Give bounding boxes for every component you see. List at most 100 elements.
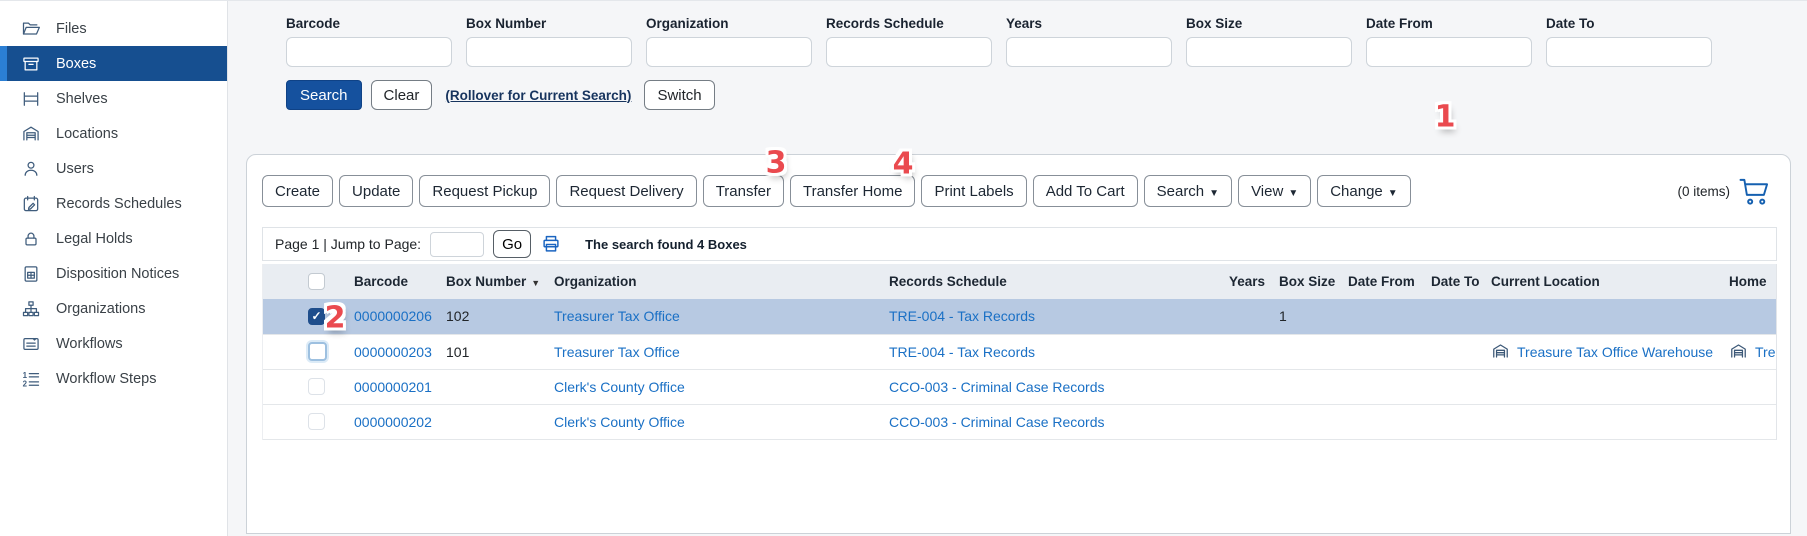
- organization-link[interactable]: Treasurer Tax Office: [554, 344, 680, 360]
- current-location-link[interactable]: Treasure Tax Office Warehouse: [1517, 344, 1713, 360]
- table-row[interactable]: 0000000203 101 Treasurer Tax Office TRE-…: [263, 334, 1777, 369]
- disposition-notices-icon: [21, 264, 41, 284]
- column-header-date-to[interactable]: Date To: [1420, 264, 1480, 299]
- sidebar-item-label: Disposition Notices: [56, 266, 179, 282]
- rollover-current-search-link[interactable]: (Rollover for Current Search): [445, 88, 631, 103]
- warehouse-icon: [1729, 342, 1748, 361]
- row-checkbox[interactable]: [308, 378, 325, 395]
- sidebar-item-organizations[interactable]: Organizations: [0, 291, 227, 326]
- column-header-date-from[interactable]: Date From: [1337, 264, 1420, 299]
- jump-to-page-input[interactable]: [430, 232, 484, 257]
- box-number-input[interactable]: [466, 37, 632, 67]
- column-header-current-location[interactable]: Current Location: [1480, 264, 1718, 299]
- legal-holds-icon: [21, 229, 41, 249]
- print-labels-button[interactable]: Print Labels: [921, 175, 1026, 207]
- barcode-link[interactable]: 0000000201: [354, 379, 432, 395]
- chevron-down-icon: ▼: [1288, 188, 1298, 199]
- column-header-box-size[interactable]: Box Size: [1268, 264, 1337, 299]
- main-content: Barcode Box Number Organization Records …: [228, 1, 1807, 536]
- column-header-barcode[interactable]: Barcode: [343, 264, 435, 299]
- table-row[interactable]: 0000000201 Clerk's County Office CCO-003…: [263, 369, 1777, 404]
- barcode-link[interactable]: 0000000203: [354, 344, 432, 360]
- sidebar-item-workflow-steps[interactable]: 12 Workflow Steps: [0, 361, 227, 396]
- sidebar-item-boxes[interactable]: Boxes: [0, 46, 227, 81]
- boxes-icon: [21, 54, 41, 74]
- current-location-cell: [1480, 404, 1718, 439]
- sidebar-item-users[interactable]: Users: [0, 151, 227, 186]
- date-from-cell: [1337, 334, 1420, 369]
- home-location-cell: [1718, 369, 1777, 404]
- view-dropdown[interactable]: View▼: [1238, 175, 1311, 207]
- records-schedule-link[interactable]: CCO-003 - Criminal Case Records: [889, 379, 1105, 395]
- clear-button[interactable]: Clear: [371, 80, 433, 110]
- column-header-organization[interactable]: Organization: [543, 264, 878, 299]
- sidebar-item-shelves[interactable]: Shelves: [0, 81, 227, 116]
- search-dropdown[interactable]: Search▼: [1144, 175, 1232, 207]
- years-cell: [1218, 334, 1268, 369]
- date-from-input[interactable]: [1366, 37, 1532, 67]
- sidebar-item-records-schedules[interactable]: Records Schedules: [0, 186, 227, 221]
- organization-link[interactable]: Clerk's County Office: [554, 379, 685, 395]
- go-button[interactable]: Go: [493, 230, 531, 258]
- filter-label: Records Schedule: [826, 16, 998, 31]
- transfer-home-button[interactable]: Transfer Home: [790, 175, 915, 207]
- sidebar-item-files[interactable]: Files: [0, 11, 227, 46]
- cart-icon[interactable]: [1738, 177, 1772, 206]
- add-to-cart-button[interactable]: Add To Cart: [1033, 175, 1138, 207]
- sidebar-item-label: Files: [56, 21, 87, 37]
- update-button[interactable]: Update: [339, 175, 413, 207]
- barcode-link[interactable]: 0000000202: [354, 414, 432, 430]
- search-filters: Barcode Box Number Organization Records …: [228, 1, 1807, 110]
- date-to-input[interactable]: [1546, 37, 1712, 67]
- organization-link[interactable]: Clerk's County Office: [554, 414, 685, 430]
- organization-link[interactable]: Treasurer Tax Office: [554, 308, 680, 324]
- row-checkbox[interactable]: [308, 342, 327, 361]
- switch-button[interactable]: Switch: [644, 80, 714, 110]
- boxes-table: Barcode Box Number▼ Organization Records…: [262, 264, 1777, 440]
- box-size-input[interactable]: [1186, 37, 1352, 67]
- sidebar-item-label: Organizations: [56, 301, 145, 317]
- row-checkbox-checked[interactable]: [308, 308, 325, 325]
- row-checkbox[interactable]: [308, 413, 325, 430]
- sidebar-item-label: Records Schedules: [56, 196, 182, 212]
- request-pickup-button[interactable]: Request Pickup: [419, 175, 550, 207]
- create-button[interactable]: Create: [262, 175, 333, 207]
- home-location-link[interactable]: Tre: [1755, 344, 1775, 360]
- barcode-input[interactable]: [286, 37, 452, 67]
- column-header-home[interactable]: Home: [1718, 264, 1777, 299]
- filter-label: Barcode: [286, 16, 458, 31]
- sidebar-item-label: Locations: [56, 126, 118, 142]
- table-row[interactable]: 0000000206 102 Treasurer Tax Office TRE-…: [263, 299, 1777, 334]
- sidebar-item-locations[interactable]: Locations: [0, 116, 227, 151]
- shelves-icon: [21, 89, 41, 109]
- table-header-row: Barcode Box Number▼ Organization Records…: [263, 264, 1777, 299]
- sidebar-item-workflows[interactable]: Workflows: [0, 326, 227, 361]
- filter-organization: Organization: [646, 16, 818, 67]
- years-input[interactable]: [1006, 37, 1172, 67]
- records-schedule-link[interactable]: CCO-003 - Criminal Case Records: [889, 414, 1105, 430]
- filter-label: Box Number: [466, 16, 638, 31]
- search-button[interactable]: Search: [286, 80, 362, 110]
- box-number-cell: 101: [435, 334, 543, 369]
- warehouse-icon: [1491, 342, 1510, 361]
- select-all-checkbox[interactable]: [308, 273, 325, 290]
- table-row[interactable]: 0000000202 Clerk's County Office CCO-003…: [263, 404, 1777, 439]
- sidebar-item-legal-holds[interactable]: Legal Holds: [0, 221, 227, 256]
- printer-icon[interactable]: [540, 233, 562, 255]
- change-dropdown[interactable]: Change▼: [1317, 175, 1410, 207]
- records-schedule-link[interactable]: TRE-004 - Tax Records: [889, 344, 1035, 360]
- home-location-cell: Tre: [1718, 334, 1777, 369]
- column-header-box-number[interactable]: Box Number▼: [435, 264, 543, 299]
- sidebar: Files Boxes Shelves Locations Users Reco…: [0, 1, 228, 536]
- current-location-cell: [1480, 299, 1718, 334]
- records-schedule-input[interactable]: [826, 37, 992, 67]
- transfer-button[interactable]: Transfer: [703, 175, 784, 207]
- sidebar-item-label: Boxes: [56, 56, 96, 72]
- records-schedule-link[interactable]: TRE-004 - Tax Records: [889, 308, 1035, 324]
- request-delivery-button[interactable]: Request Delivery: [556, 175, 696, 207]
- column-header-years[interactable]: Years: [1218, 264, 1268, 299]
- sidebar-item-disposition-notices[interactable]: Disposition Notices: [0, 256, 227, 291]
- barcode-link[interactable]: 0000000206: [354, 308, 432, 324]
- column-header-records-schedule[interactable]: Records Schedule: [878, 264, 1218, 299]
- organization-input[interactable]: [646, 37, 812, 67]
